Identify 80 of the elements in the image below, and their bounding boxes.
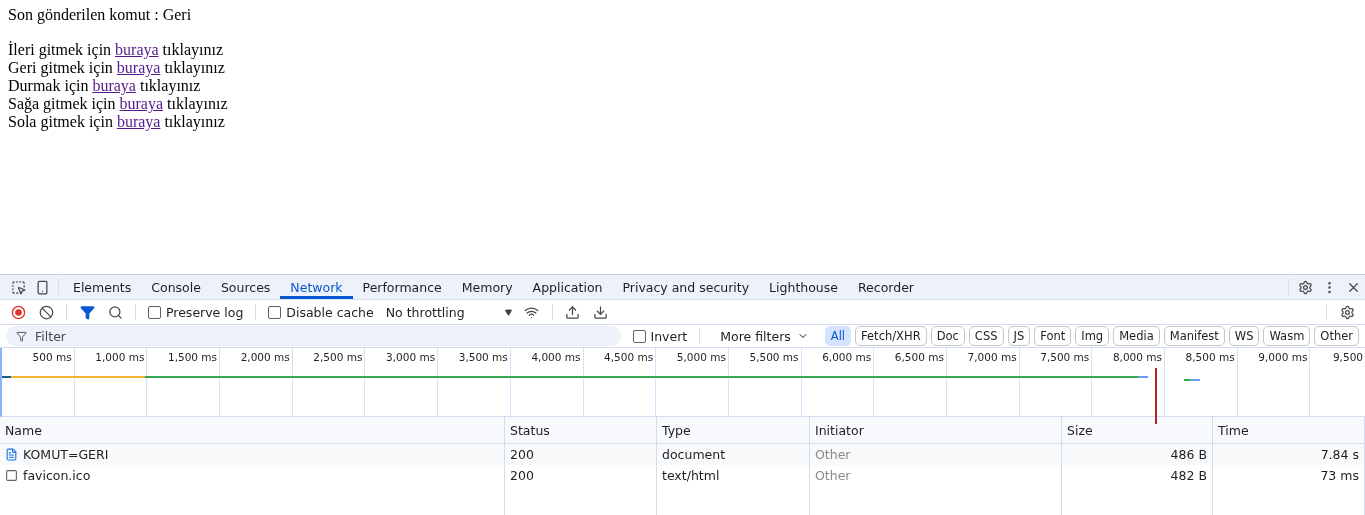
devtools-tab[interactable]: Elements [63, 275, 142, 299]
time-tick: 4,000 ms [531, 350, 582, 366]
devtools-tab[interactable]: Lighthouse [759, 275, 848, 299]
time-tick: 9,500 [1332, 350, 1364, 366]
type-filter-chip[interactable]: WS [1228, 326, 1260, 347]
time-tick: 8,000 ms [1112, 350, 1163, 366]
type-filter-chip[interactable]: JS [1007, 326, 1031, 347]
type-filter-chip[interactable]: Manifest [1163, 326, 1225, 347]
devtools-tab[interactable]: Performance [352, 275, 452, 299]
timing-bar [1184, 379, 1200, 382]
filter-icon [16, 330, 27, 342]
command-text: tıklayınız [139, 77, 201, 95]
time-tick: 6,000 ms [822, 350, 873, 366]
devtools-tab[interactable]: Memory [451, 275, 523, 299]
command-text: tıklayınız [164, 59, 225, 77]
type-filter-chip[interactable]: Fetch/XHR [855, 326, 927, 347]
command-text: Durmak için [8, 77, 89, 95]
table-cell: 200 [505, 444, 657, 465]
filter-field[interactable]: Filter [6, 326, 621, 347]
command-text: tıklayınız [162, 41, 224, 59]
command-link[interactable]: buraya [116, 59, 161, 77]
command-link[interactable]: buraya [92, 77, 136, 95]
table-cell: 7.84 s [1213, 444, 1365, 465]
time-tick: 5,000 ms [676, 350, 727, 366]
type-filter-chip[interactable]: Media [1113, 326, 1160, 347]
command-text: İleri gitmek için [8, 41, 112, 59]
type-filter-chip[interactable]: All [824, 326, 852, 347]
column-header[interactable]: Time [1213, 417, 1365, 444]
table-cell: 486 B [1062, 444, 1213, 465]
devtools-tab[interactable]: Recorder [848, 275, 924, 299]
time-tick: 1,500 ms [167, 350, 219, 366]
time-tick: 2,000 ms [240, 350, 291, 366]
command-text: Sola gitmek için [8, 113, 113, 131]
table-cell: Other [810, 444, 1062, 465]
type-filter-chip[interactable]: Doc [930, 326, 965, 347]
command-link[interactable]: buraya [116, 113, 161, 131]
time-tick: 5,500 ms [749, 350, 800, 366]
time-tick: 7,000 ms [967, 350, 1018, 366]
column-header[interactable]: Type [657, 417, 810, 444]
more-filters-dropdown[interactable]: More filters [708, 328, 821, 344]
disable-cache-checkbox[interactable]: Disable cache [268, 304, 374, 320]
command-link[interactable]: buraya [115, 41, 159, 59]
time-tick: 3,500 ms [458, 350, 509, 366]
command-text: Sağa gitmek için [8, 95, 116, 113]
dropdown-arrow-icon [504, 308, 512, 316]
devtools-tab[interactable]: Application [522, 275, 613, 299]
invert-checkbox[interactable]: Invert [632, 328, 688, 344]
type-filter-chip[interactable]: CSS [968, 326, 1004, 347]
file-icon [5, 469, 18, 482]
column-header[interactable]: Initiator [810, 417, 1062, 444]
devtools-tab[interactable]: Console [141, 275, 211, 299]
time-tick: 500 ms [32, 350, 73, 366]
type-filter-chip[interactable]: Img [1075, 326, 1110, 347]
time-tick: 6,500 ms [894, 350, 945, 366]
command-text: tıklayınız [167, 95, 228, 113]
time-tick: 2,500 ms [313, 350, 364, 366]
time-tick: 3,000 ms [386, 350, 437, 366]
load-marker-line [1155, 368, 1157, 425]
devtools-tab[interactable]: Sources [210, 275, 281, 299]
type-filter-chip[interactable]: Wasm [1263, 326, 1311, 347]
command-text: tıklayınız [164, 113, 225, 131]
time-tick: 7,500 ms [1040, 350, 1091, 366]
table-cell: document [657, 444, 810, 465]
time-tick: 1,000 ms [95, 350, 146, 366]
column-header[interactable]: Name [0, 417, 505, 444]
column-header[interactable]: Size [1062, 417, 1213, 444]
preserve-log-checkbox[interactable]: Preserve log [148, 304, 244, 320]
command-text: Geri gitmek için [8, 59, 113, 77]
throttling-dropdown[interactable]: No throttling [381, 304, 516, 320]
type-filter-chip[interactable]: Font [1034, 326, 1072, 347]
type-filter-chip[interactable]: Other [1314, 326, 1359, 347]
name-cell[interactable]: KOMUT=GERI [0, 444, 505, 465]
time-tick: 9,000 ms [1258, 350, 1309, 366]
devtools-tab[interactable]: Privacy and security [612, 275, 760, 299]
last-command-text: Son gönderilen komut : Geri [8, 6, 193, 24]
time-tick: 4,500 ms [604, 350, 655, 366]
command-link[interactable]: buraya [119, 95, 164, 113]
time-tick: 8,500 ms [1185, 350, 1236, 366]
document-icon [5, 448, 18, 461]
column-header[interactable]: Status [505, 417, 657, 444]
